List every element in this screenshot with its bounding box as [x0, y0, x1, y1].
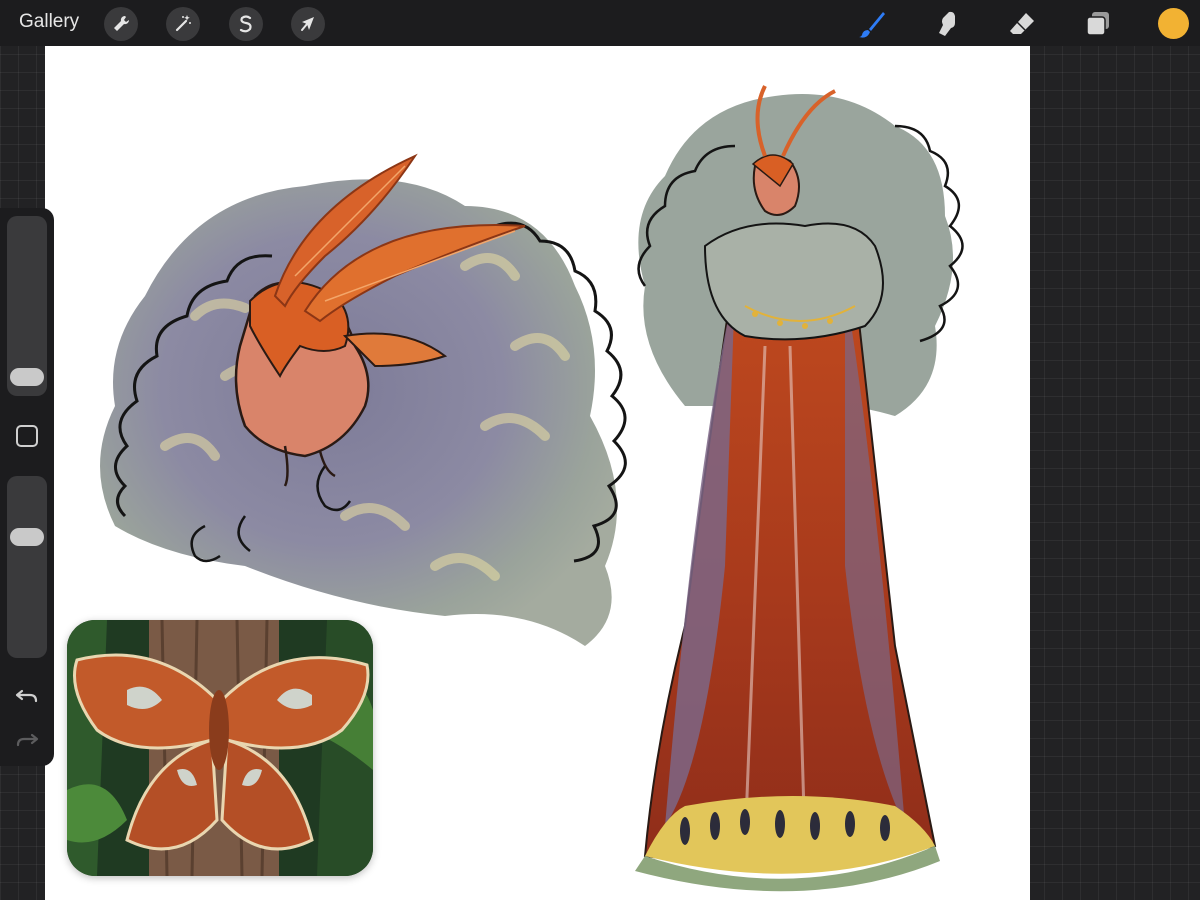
top-toolbar: Gallery: [0, 0, 1200, 46]
opacity-slider[interactable]: [7, 476, 47, 658]
layers-icon: [1086, 12, 1109, 36]
brush-size-slider-thumb[interactable]: [10, 368, 44, 386]
arrow-cursor-icon: [301, 17, 314, 31]
opacity-slider-thumb[interactable]: [10, 528, 44, 546]
gallery-button[interactable]: Gallery: [19, 11, 79, 33]
redo-button[interactable]: [14, 726, 40, 752]
atlas-moth-photo: [67, 620, 373, 876]
eraser-tool-button[interactable]: [1005, 7, 1039, 41]
brush-icon: [859, 12, 885, 38]
undo-arrow-icon: [15, 689, 38, 703]
undo-button[interactable]: [14, 682, 40, 708]
adjustments-button[interactable]: [166, 7, 200, 41]
selection-button[interactable]: [229, 7, 263, 41]
wrench-icon: [114, 15, 130, 31]
brush-tool-button[interactable]: [855, 7, 889, 41]
actions-button[interactable]: [104, 7, 138, 41]
transform-button[interactable]: [291, 7, 325, 41]
layers-button[interactable]: [1081, 7, 1115, 41]
eraser-icon: [1010, 13, 1034, 34]
left-sidebar: [0, 208, 54, 766]
moth-figure-full-body: [635, 85, 964, 892]
reference-image[interactable]: [67, 620, 373, 876]
modify-button[interactable]: [16, 425, 38, 447]
brush-size-slider[interactable]: [7, 216, 47, 396]
redo-arrow-icon: [16, 733, 39, 747]
selection-s-icon: [239, 15, 252, 33]
color-picker-button[interactable]: [1158, 8, 1189, 39]
moth-head-study: [100, 153, 627, 647]
magic-wand-icon: [175, 15, 191, 32]
smudge-tool-button[interactable]: [929, 7, 963, 41]
smudge-finger-icon: [939, 11, 955, 37]
